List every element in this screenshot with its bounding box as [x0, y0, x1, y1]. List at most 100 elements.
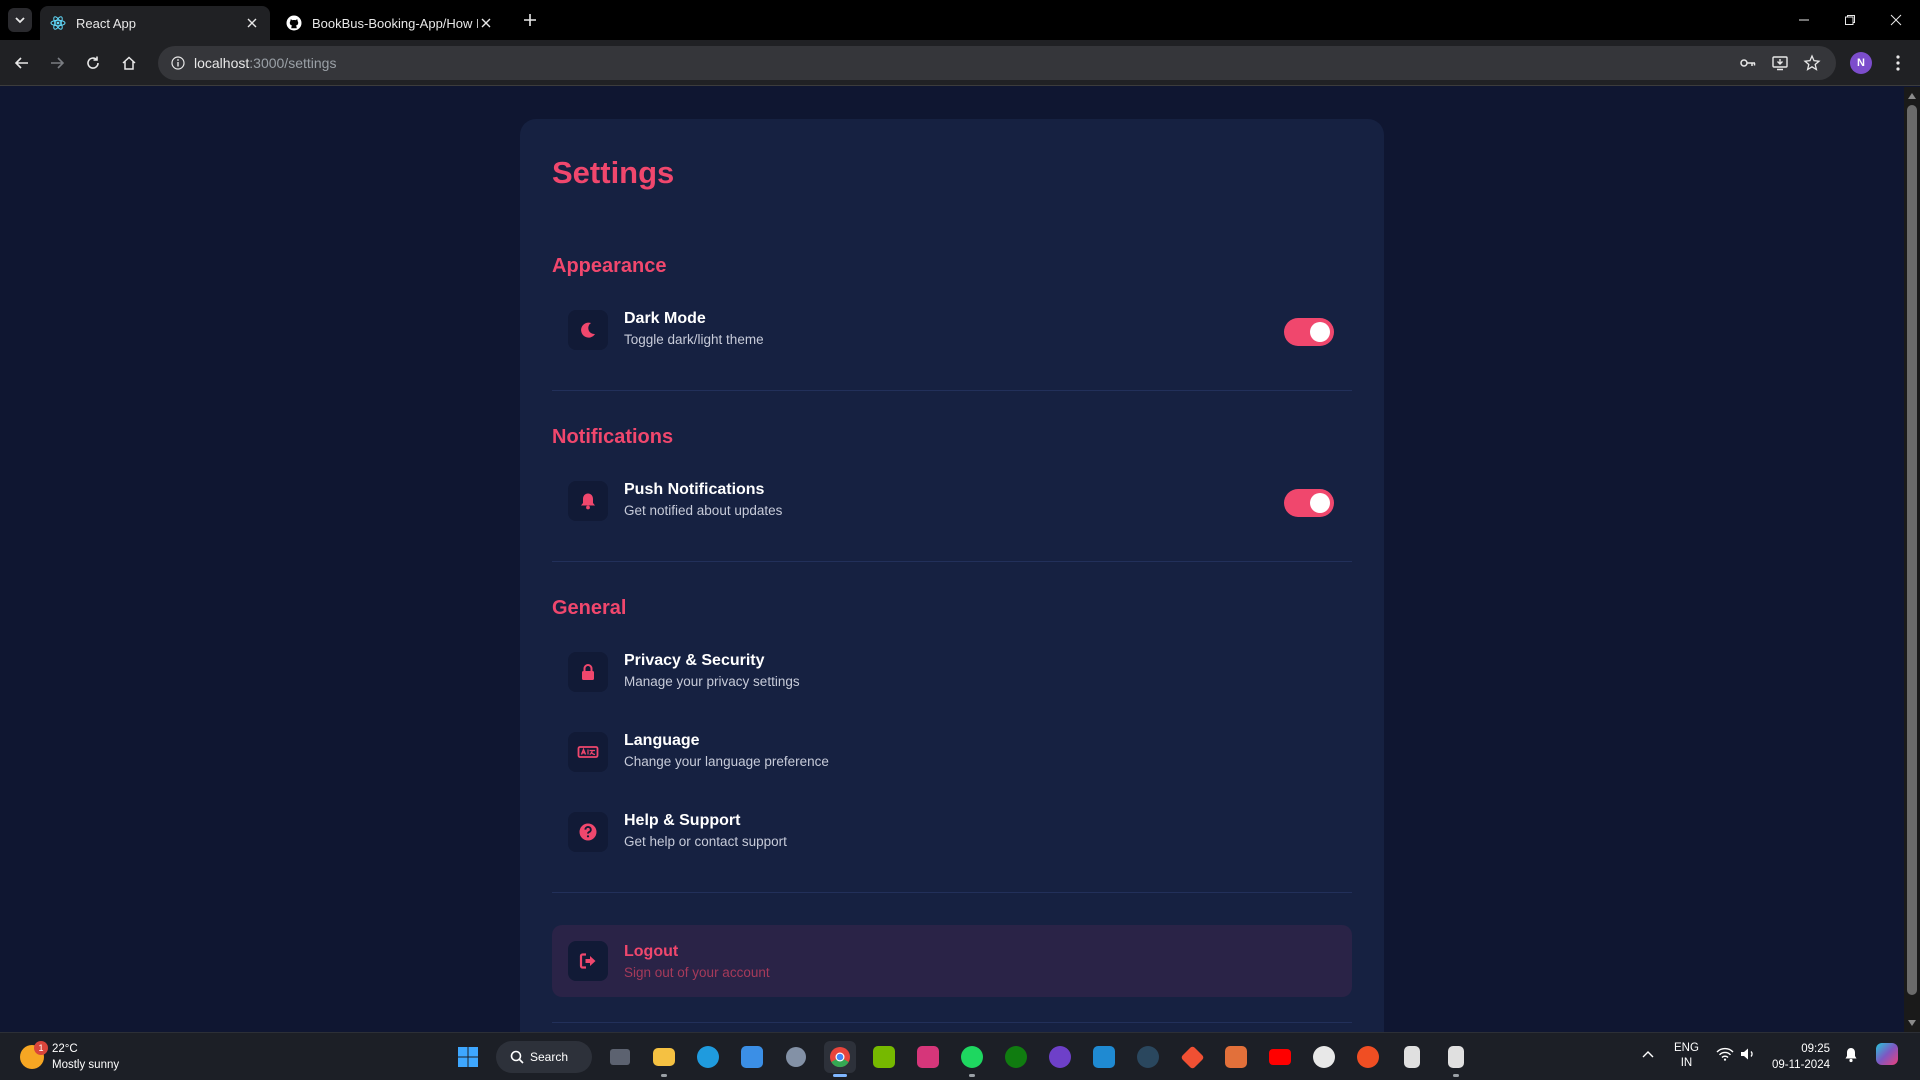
spotify-icon[interactable]: [956, 1041, 988, 1077]
settings-card: Settings Appearance Dark Mode Toggle dar…: [520, 119, 1384, 1032]
setting-description: Manage your privacy settings: [624, 674, 800, 689]
minimize-button[interactable]: [1792, 8, 1816, 32]
forward-button[interactable]: [45, 51, 69, 75]
install-app-button[interactable]: [1768, 51, 1792, 75]
language-code: ENG: [1674, 1042, 1699, 1054]
youtube-icon[interactable]: [1264, 1041, 1296, 1073]
setting-row-help-support[interactable]: Help & Support Get help or contact suppo…: [552, 800, 1352, 864]
section-divider: [552, 390, 1352, 391]
microsoft-store-icon[interactable]: [736, 1041, 768, 1073]
edge-icon[interactable]: [692, 1041, 724, 1073]
tab-search-button[interactable]: [8, 8, 32, 32]
browser-tab-bar: React App BookBus-Booking-App/How It W: [0, 0, 1920, 40]
kebab-menu-icon: [1896, 55, 1900, 71]
scrollbar-thumb[interactable]: [1907, 105, 1917, 995]
logout-button[interactable]: Logout Sign out of your account: [552, 925, 1352, 997]
task-view-icon[interactable]: [604, 1041, 636, 1073]
settings-gear-icon[interactable]: [780, 1041, 812, 1073]
bookmark-button[interactable]: [1800, 51, 1824, 75]
notification-badge: 1: [34, 1041, 48, 1055]
logout-description: Sign out of your account: [624, 965, 770, 980]
xbox-icon[interactable]: [1000, 1041, 1032, 1073]
back-button[interactable]: [10, 51, 34, 75]
dark-mode-toggle[interactable]: [1284, 318, 1334, 346]
show-hidden-icons-button[interactable]: [1642, 1049, 1654, 1061]
tab-github[interactable]: BookBus-Booking-App/How It W: [276, 6, 504, 40]
section-divider: [552, 561, 1352, 562]
page-title: Settings: [552, 155, 675, 190]
setting-description: Get notified about updates: [624, 503, 783, 518]
scroll-up-arrow-icon[interactable]: [1908, 93, 1916, 99]
setting-row-push-notifications: Push Notifications Get notified about up…: [552, 469, 1352, 533]
setting-label: Push Notifications: [624, 481, 765, 498]
obs-icon[interactable]: [1308, 1041, 1340, 1073]
arrow-right-icon: [51, 57, 65, 69]
chrome-icon[interactable]: [824, 1041, 856, 1077]
chevron-up-icon: [1642, 1051, 1654, 1058]
reload-button[interactable]: [81, 51, 105, 75]
site-info-icon[interactable]: [168, 53, 188, 73]
new-tab-button[interactable]: [520, 10, 540, 30]
star-icon: [1803, 54, 1821, 71]
ea-app-icon[interactable]: [1352, 1041, 1384, 1073]
language-indicator[interactable]: ENG IN: [1674, 1041, 1699, 1071]
weather-widget[interactable]: 1 22°C Mostly sunny: [20, 1041, 119, 1073]
logout-label: Logout: [624, 943, 679, 960]
close-icon: [1890, 14, 1902, 26]
restore-button[interactable]: [1838, 8, 1862, 32]
copilot-icon[interactable]: [1876, 1043, 1898, 1065]
arrow-left-icon: [14, 57, 28, 69]
setting-row-privacy-security[interactable]: Privacy & Security Manage your privacy s…: [552, 640, 1352, 704]
section-title-appearance: Appearance: [552, 255, 667, 277]
password-key-button[interactable]: [1736, 51, 1760, 75]
wifi-icon[interactable]: [1716, 1047, 1734, 1064]
home-button[interactable]: [117, 51, 141, 75]
install-icon: [1772, 56, 1788, 71]
profile-avatar[interactable]: N: [1850, 52, 1872, 74]
bell-notification-icon[interactable]: [1844, 1047, 1858, 1066]
bell-icon: [568, 481, 608, 521]
volume-icon[interactable]: [1740, 1047, 1756, 1064]
steam-icon[interactable]: [1132, 1041, 1164, 1073]
vscode-icon[interactable]: [1088, 1041, 1120, 1073]
page-scrollbar[interactable]: [1904, 87, 1920, 1032]
tab-title: BookBus-Booking-App/How It W: [312, 15, 478, 31]
start-button[interactable]: [452, 1041, 484, 1073]
close-tab-icon[interactable]: [478, 15, 494, 31]
push-notifications-toggle[interactable]: [1284, 489, 1334, 517]
setting-label: Dark Mode: [624, 310, 706, 327]
github-desktop-icon[interactable]: [1044, 1041, 1076, 1073]
restore-icon: [1845, 15, 1855, 25]
home-icon: [122, 56, 136, 70]
taskbar-search[interactable]: Search: [496, 1041, 592, 1073]
browser-menu-button[interactable]: [1886, 51, 1910, 75]
tab-react-app[interactable]: React App: [40, 6, 270, 40]
office-icon[interactable]: [1220, 1041, 1252, 1073]
system-clock[interactable]: 09:25 09-11-2024: [1770, 1041, 1830, 1073]
close-window-button[interactable]: [1884, 8, 1908, 32]
github-icon: [286, 15, 302, 31]
url-text: localhost:3000/settings: [194, 55, 336, 71]
windows-taskbar: 1 22°C Mostly sunny Search ENG IN 09:25 …: [0, 1032, 1920, 1080]
epic-launcher-icon[interactable]: [1440, 1041, 1472, 1077]
minimize-icon: [1799, 19, 1809, 21]
react-logo-icon: [50, 16, 66, 30]
logout-icon: [568, 941, 608, 981]
page-viewport: Settings Appearance Dark Mode Toggle dar…: [0, 87, 1904, 1032]
nvidia-icon[interactable]: [868, 1041, 900, 1073]
git-icon[interactable]: [1176, 1041, 1208, 1073]
setting-row-language[interactable]: Language Change your language preference: [552, 720, 1352, 784]
setting-description: Change your language preference: [624, 754, 829, 769]
address-bar[interactable]: localhost:3000/settings: [158, 46, 1836, 80]
epic-games-icon[interactable]: [1396, 1041, 1428, 1073]
file-explorer-icon[interactable]: [648, 1041, 680, 1077]
close-tab-icon[interactable]: [244, 15, 260, 31]
sun-icon: 1: [20, 1041, 48, 1069]
help-circle-icon: [568, 812, 608, 852]
clock-date: 09-11-2024: [1772, 1059, 1830, 1071]
scroll-down-arrow-icon[interactable]: [1908, 1020, 1916, 1026]
instagram-icon[interactable]: [912, 1041, 944, 1073]
chevron-down-icon: [15, 17, 25, 24]
region-code: IN: [1680, 1057, 1693, 1069]
key-icon: [1740, 59, 1756, 67]
